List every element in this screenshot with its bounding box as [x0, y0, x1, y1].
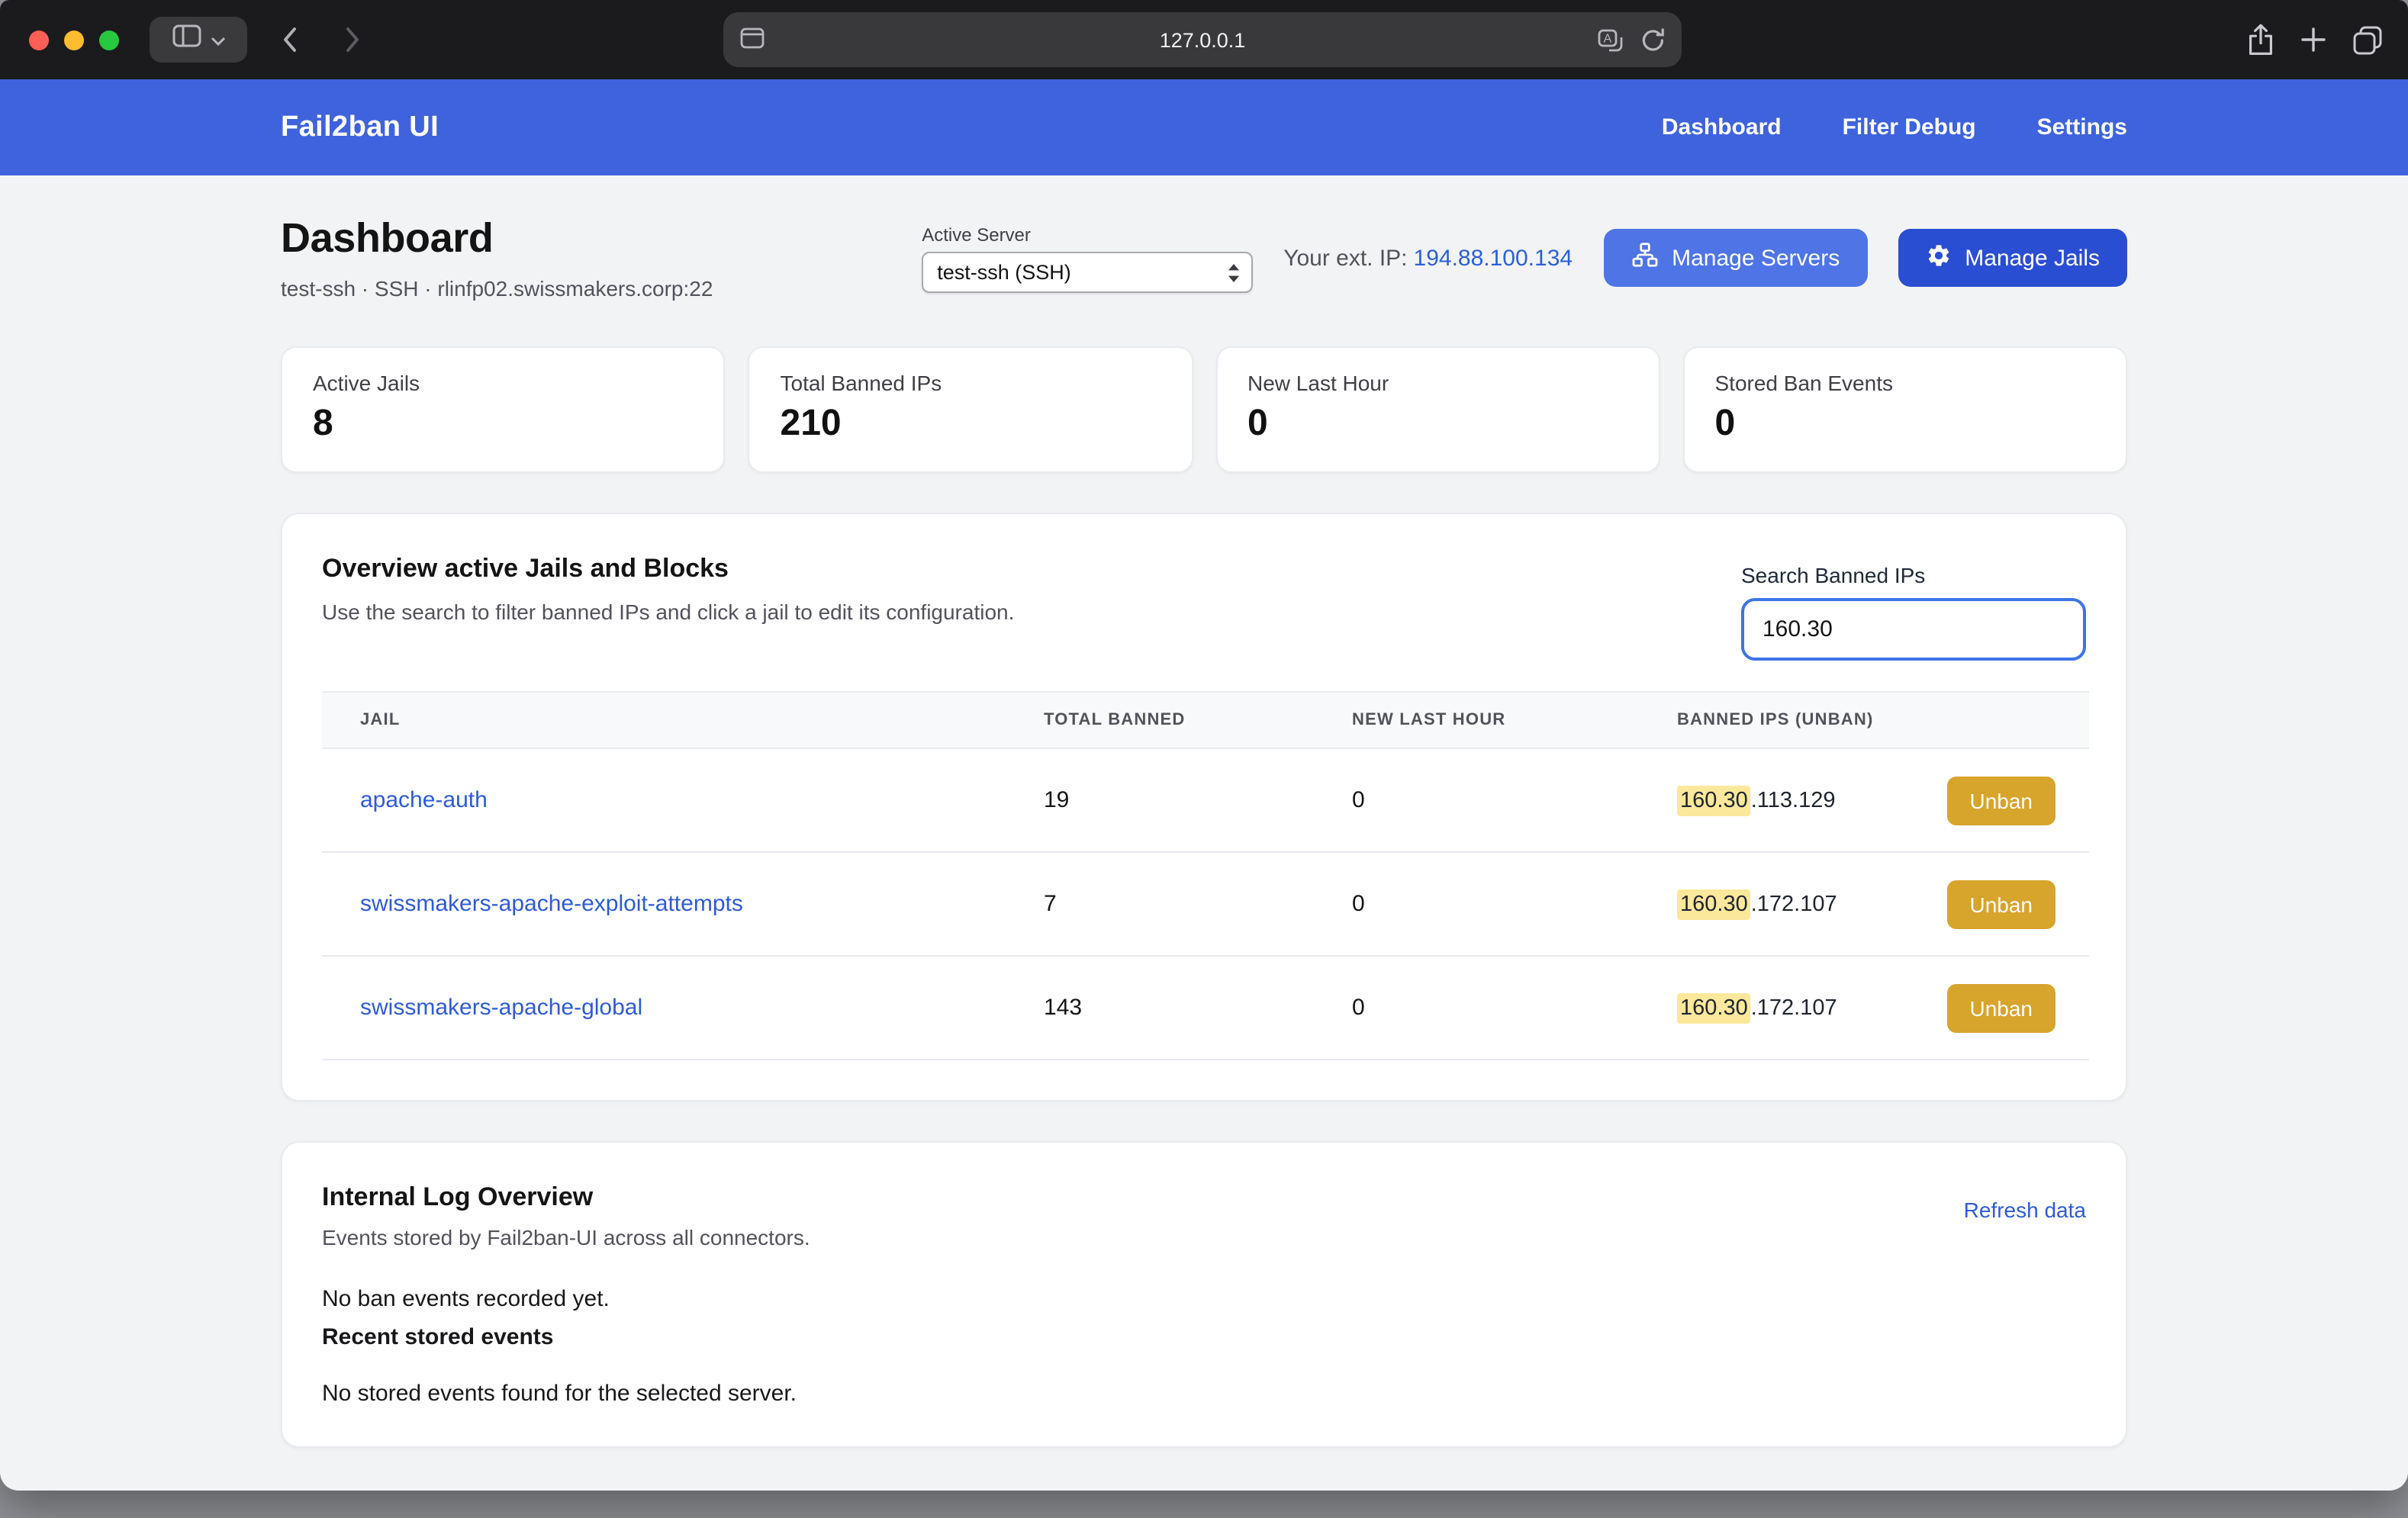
stat-value: 0: [1715, 403, 2096, 445]
internal-log-card: Internal Log Overview Events stored by F…: [281, 1141, 2127, 1448]
external-ip-value[interactable]: 194.88.100.134: [1414, 245, 1573, 271]
banned-ip: 160.30.113.129: [1677, 785, 1835, 815]
browser-toolbar: 127.0.0.1 A: [0, 0, 2408, 79]
jail-link[interactable]: apache-auth: [360, 787, 488, 813]
stat-card-stored-events: Stored Ban Events 0: [1683, 346, 2128, 473]
chevron-down-icon: [210, 26, 225, 53]
manage-servers-button[interactable]: Manage Servers: [1603, 229, 1867, 287]
search-banned-ips-input[interactable]: [1741, 598, 2086, 661]
active-server-label: Active Server: [922, 224, 1253, 245]
nav-dashboard[interactable]: Dashboard: [1662, 114, 1782, 140]
col-jail: JAIL: [322, 692, 1006, 748]
gear-icon: [1925, 242, 1951, 274]
stat-cards: Active Jails 8 Total Banned IPs 210 New …: [281, 346, 2127, 473]
table-row: swissmakers-apache-global 143 0 160.30.1…: [322, 956, 2089, 1060]
jail-link[interactable]: swissmakers-apache-exploit-attempts: [360, 891, 743, 917]
svg-text:A: A: [1604, 32, 1612, 45]
unban-button[interactable]: Unban: [1946, 983, 2055, 1032]
zoom-window-button[interactable]: [99, 30, 119, 50]
external-ip: Your ext. IP: 194.88.100.134: [1283, 245, 1573, 271]
forward-button[interactable]: [333, 17, 372, 63]
page-header: Dashboard test-ssh · SSH · rlinfp02.swis…: [281, 215, 2127, 301]
stat-card-new-last-hour: New Last Hour 0: [1215, 346, 1660, 473]
page-title: Dashboard: [281, 215, 713, 262]
page-subtitle: test-ssh · SSH · rlinfp02.swissmakers.co…: [281, 276, 713, 301]
ip-search-match: 160.30: [1677, 992, 1751, 1023]
manage-jails-button[interactable]: Manage Jails: [1898, 229, 2127, 287]
col-new-last-hour: NEW LAST HOUR: [1314, 692, 1639, 748]
total-banned-value: 143: [1006, 956, 1314, 1060]
unban-button[interactable]: Unban: [1946, 776, 2055, 825]
app-nav: Dashboard Filter Debug Settings: [1662, 114, 2127, 140]
no-stored-events-text: No stored events found for the selected …: [322, 1381, 2086, 1407]
table-header-row: JAIL TOTAL BANNED NEW LAST HOUR BANNED I…: [322, 692, 2089, 748]
sidebar-icon: [172, 24, 201, 55]
sidebar-toggle-button[interactable]: [150, 17, 247, 63]
app-brand[interactable]: Fail2ban UI: [281, 111, 439, 144]
log-subtitle: Events stored by Fail2ban-UI across all …: [322, 1225, 810, 1249]
new-last-hour-value: 0: [1314, 748, 1639, 852]
close-window-button[interactable]: [29, 30, 49, 50]
url-text: 127.0.0.1: [723, 28, 1682, 51]
external-ip-label: Your ext. IP:: [1283, 245, 1407, 271]
stat-label: Stored Ban Events: [1715, 371, 2096, 395]
overview-title: Overview active Jails and Blocks: [322, 554, 1014, 584]
stat-card-active-jails: Active Jails 8: [281, 346, 726, 473]
total-banned-value: 7: [1006, 852, 1314, 956]
share-button[interactable]: [2246, 23, 2275, 56]
main-content: Dashboard test-ssh · SSH · rlinfp02.swis…: [281, 175, 2127, 1448]
new-tab-button[interactable]: [2300, 26, 2327, 53]
page-icon: [740, 27, 765, 56]
stat-label: Active Jails: [313, 371, 694, 395]
translate-icon[interactable]: A: [1598, 28, 1624, 51]
window-controls: [29, 30, 119, 50]
recent-stored-events-title: Recent stored events: [322, 1324, 2086, 1350]
jails-table: JAIL TOTAL BANNED NEW LAST HOUR BANNED I…: [322, 691, 2089, 1060]
active-server-select[interactable]: test-ssh (SSH): [922, 251, 1253, 292]
unban-button[interactable]: Unban: [1946, 880, 2055, 928]
stat-label: Total Banned IPs: [781, 371, 1161, 395]
stat-value: 210: [781, 403, 1161, 445]
table-row: apache-auth 19 0 160.30.113.129 Unban: [322, 748, 2089, 852]
back-button[interactable]: [269, 17, 308, 63]
overview-card: Overview active Jails and Blocks Use the…: [281, 513, 2127, 1102]
ip-search-match: 160.30: [1677, 785, 1751, 815]
stat-value: 0: [1247, 403, 1628, 445]
new-last-hour-value: 0: [1314, 852, 1639, 956]
total-banned-value: 19: [1006, 748, 1314, 852]
stat-value: 8: [313, 403, 694, 445]
banned-ip: 160.30.172.107: [1677, 992, 1837, 1023]
app-header: Fail2ban UI Dashboard Filter Debug Setti…: [0, 79, 2408, 175]
banned-ip: 160.30.172.107: [1677, 889, 1837, 919]
reload-icon[interactable]: [1640, 27, 1666, 53]
table-row: swissmakers-apache-exploit-attempts 7 0 …: [322, 852, 2089, 956]
col-total-banned: TOTAL BANNED: [1006, 692, 1314, 748]
nav-settings[interactable]: Settings: [2037, 114, 2127, 140]
jail-link[interactable]: swissmakers-apache-global: [360, 995, 642, 1021]
stat-label: New Last Hour: [1247, 371, 1628, 395]
address-bar[interactable]: 127.0.0.1 A: [723, 12, 1682, 67]
browser-window: 127.0.0.1 A: [0, 0, 2408, 1491]
refresh-data-link[interactable]: Refresh data: [1964, 1198, 2086, 1222]
no-ban-events-text: No ban events recorded yet.: [322, 1286, 2086, 1312]
col-banned-ips: BANNED IPS (UNBAN): [1639, 692, 2089, 748]
minimize-window-button[interactable]: [64, 30, 84, 50]
nav-filter-debug[interactable]: Filter Debug: [1843, 114, 1976, 140]
new-last-hour-value: 0: [1314, 956, 1639, 1060]
search-banned-ips-label: Search Banned IPs: [1741, 563, 2086, 587]
log-title: Internal Log Overview: [322, 1182, 810, 1213]
sitemap-icon: [1631, 241, 1658, 275]
stat-card-total-banned: Total Banned IPs 210: [748, 346, 1193, 473]
ip-search-match: 160.30: [1677, 889, 1751, 919]
tabs-overview-button[interactable]: [2352, 24, 2384, 56]
overview-subtitle: Use the search to filter banned IPs and …: [322, 600, 1014, 624]
